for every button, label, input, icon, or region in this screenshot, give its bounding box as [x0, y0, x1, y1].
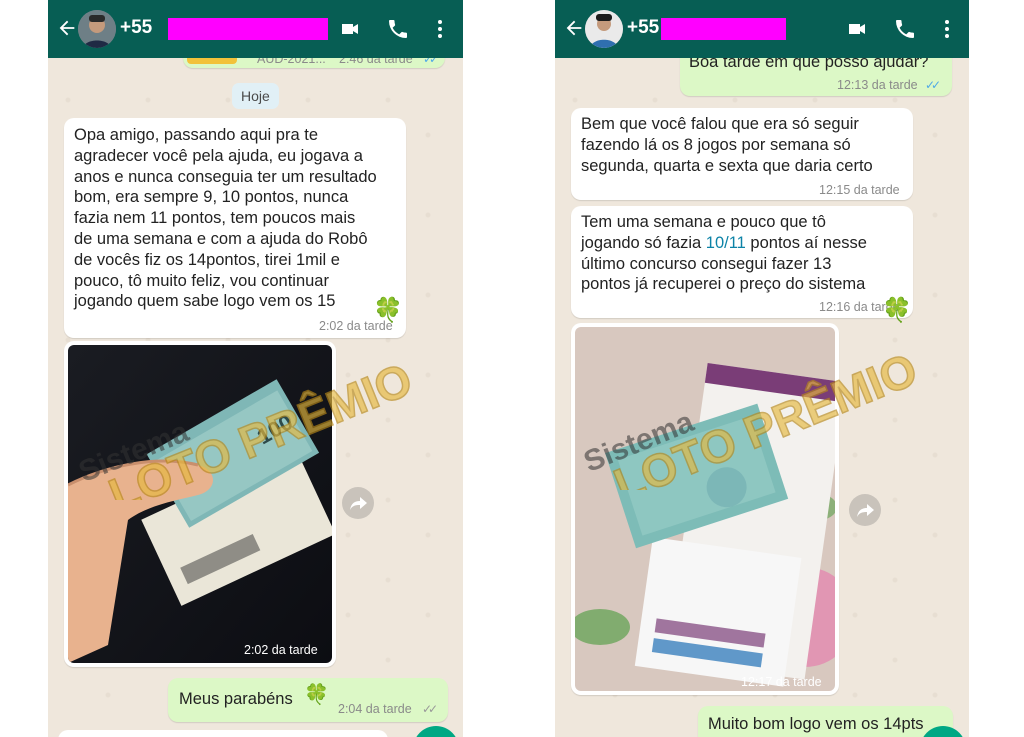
message-time: 12:15 da tarde — [819, 183, 900, 197]
incoming-message[interactable]: Tem uma semana e pouco que tô jogando só… — [571, 206, 913, 318]
message-text: Muito bom logo vem os 14pts — [708, 715, 924, 733]
back-arrow-icon[interactable] — [563, 16, 585, 40]
photo-time: 2:02 da tarde — [244, 643, 318, 657]
message-time: 12:13 da tarde — [837, 78, 918, 92]
read-ticks-icon: ✓✓ — [925, 78, 941, 92]
phone-call-icon[interactable] — [386, 17, 410, 41]
more-vert-icon[interactable] — [428, 17, 452, 41]
highlighted-number[interactable]: 10/11 — [706, 234, 746, 252]
clover-emoji-icon: 🍀 — [373, 297, 403, 324]
incoming-photo-message[interactable]: 12:17 da tarde — [571, 323, 839, 695]
more-vert-icon[interactable] — [935, 17, 959, 41]
message-text: Meus parabéns — [179, 690, 293, 708]
photo-time: 12:17 da tarde — [741, 675, 822, 689]
phone-call-icon[interactable] — [893, 17, 917, 41]
message-bubble-partial — [58, 730, 388, 737]
chat-screen-right: +55 Boa tarde em que posso ajudar? 12:13… — [555, 0, 969, 737]
outgoing-message[interactable]: Meus parabéns 🍀 2:04 da tarde ✓✓ — [168, 678, 448, 722]
redacted-number — [168, 18, 328, 40]
clover-emoji-icon: 🍀 — [882, 297, 912, 324]
incoming-message[interactable]: Opa amigo, passando aqui pra te agradece… — [64, 118, 406, 338]
message-text: Opa amigo, passando aqui pra te agradece… — [74, 126, 377, 311]
contact-phone[interactable]: +55 — [120, 17, 152, 39]
video-call-icon[interactable] — [845, 17, 869, 41]
tickets-photo[interactable] — [575, 327, 835, 691]
forward-icon[interactable] — [849, 494, 881, 526]
message-time: 2:04 da tarde — [338, 702, 412, 716]
message-text: Bem que você falou que era só seguir faz… — [581, 115, 873, 175]
back-arrow-icon[interactable] — [56, 16, 78, 40]
forward-icon[interactable] — [342, 487, 374, 519]
message-text: Tem uma semana e pouco que tô jogando só… — [581, 212, 911, 295]
date-chip: Hoje — [232, 83, 279, 109]
chat-screen-left: +55 AUD-2021... 2:46 da tarde ✓✓ Hoje Op… — [48, 0, 463, 737]
video-call-icon[interactable] — [338, 17, 362, 41]
avatar[interactable] — [78, 10, 116, 48]
incoming-message[interactable]: Bem que você falou que era só seguir faz… — [571, 108, 913, 200]
outgoing-message-partial[interactable]: Muito bom logo vem os 14pts — [698, 706, 953, 737]
redacted-number — [661, 18, 786, 40]
chat-header: +55 — [555, 0, 969, 58]
avatar[interactable] — [585, 10, 623, 48]
delivered-ticks-icon: ✓✓ — [422, 702, 438, 716]
incoming-photo-message[interactable]: 100 2:02 da tarde — [64, 341, 336, 667]
contact-phone[interactable]: +55 — [627, 17, 659, 39]
money-photo[interactable]: 100 — [68, 345, 332, 663]
chat-header: +55 — [48, 0, 463, 58]
clover-emoji-icon: 🍀 — [304, 684, 329, 706]
